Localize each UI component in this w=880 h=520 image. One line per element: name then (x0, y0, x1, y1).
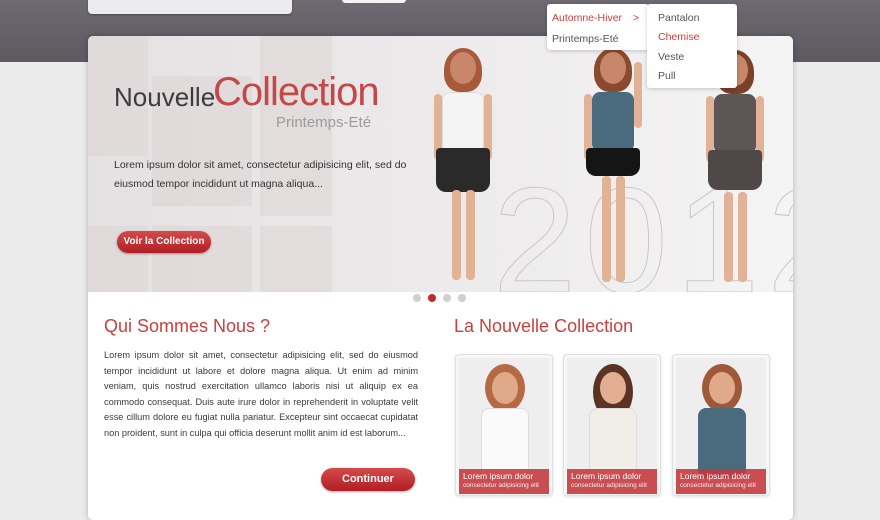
slider-dot-4[interactable] (458, 294, 466, 302)
continue-button[interactable]: Continuer (321, 468, 415, 491)
collage-tile (260, 226, 332, 292)
card-caption-subtitle: consectetur adipisicing elit (463, 482, 539, 489)
menu-item-printemps-ete[interactable]: Printemps-Eté (552, 33, 619, 45)
collection-title: La Nouvelle Collection (454, 316, 634, 336)
slider-dot-1[interactable] (413, 294, 421, 302)
menu-item-automne-hiver[interactable]: Automne-Hiver > (552, 12, 639, 24)
hero-subtitle: Printemps-Eté (276, 114, 372, 131)
menu-item-label: Automne-Hiver (552, 12, 623, 24)
card-caption-subtitle: consectetur adipisicing elit (571, 482, 647, 489)
card-caption-subtitle: consectetur adipisicing elit (680, 482, 756, 489)
submenu-item-pull[interactable]: Pull (658, 70, 676, 82)
card-caption-title: Lorem ipsum dolor (680, 471, 751, 481)
submenu-item-veste[interactable]: Veste (658, 51, 684, 63)
slider-dot-3[interactable] (443, 294, 451, 302)
collection-card[interactable]: Lorem ipsum dolor consectetur adipisicin… (563, 354, 661, 496)
model-photo (700, 50, 770, 292)
submenu-arrow-icon: > (632, 12, 640, 24)
header-tab[interactable] (342, 0, 406, 3)
hero-title-part2: Collection (213, 70, 380, 114)
model-photo (578, 48, 648, 292)
hero-description: Lorem ipsum dolor sit amet, consectetur … (114, 159, 407, 190)
card-caption: Lorem ipsum dolor consectetur adipisicin… (567, 469, 657, 494)
search-input[interactable] (88, 0, 292, 14)
model-photo (428, 48, 498, 292)
season-menu: Automne-Hiver > Printemps-Eté (547, 4, 649, 50)
slider-dot-2[interactable] (428, 294, 436, 302)
about-text: Lorem ipsum dolor sit amet, consectetur … (104, 350, 418, 438)
submenu-item-chemise[interactable]: Chemise (658, 31, 699, 43)
category-submenu: Pantalon Chemise Veste Pull (647, 4, 737, 88)
view-collection-button[interactable]: Voir la Collection (117, 231, 211, 253)
card-caption-title: Lorem ipsum dolor (463, 471, 534, 481)
card-caption: Lorem ipsum dolor consectetur adipisicin… (459, 469, 549, 494)
collection-card[interactable]: Lorem ipsum dolor consectetur adipisicin… (455, 354, 553, 496)
card-caption-title: Lorem ipsum dolor (571, 471, 642, 481)
about-title: Qui Sommes Nous ? (104, 316, 271, 336)
collection-card[interactable]: Lorem ipsum dolor consectetur adipisicin… (672, 354, 770, 496)
main-content-panel: 2012 Nouvelle Collection Printemps-Eté L… (88, 36, 793, 520)
slider-pagination (413, 294, 466, 302)
card-caption: Lorem ipsum dolor consectetur adipisicin… (676, 469, 766, 494)
submenu-item-pantalon[interactable]: Pantalon (658, 12, 699, 24)
hero-title-part1: Nouvelle (114, 82, 216, 112)
